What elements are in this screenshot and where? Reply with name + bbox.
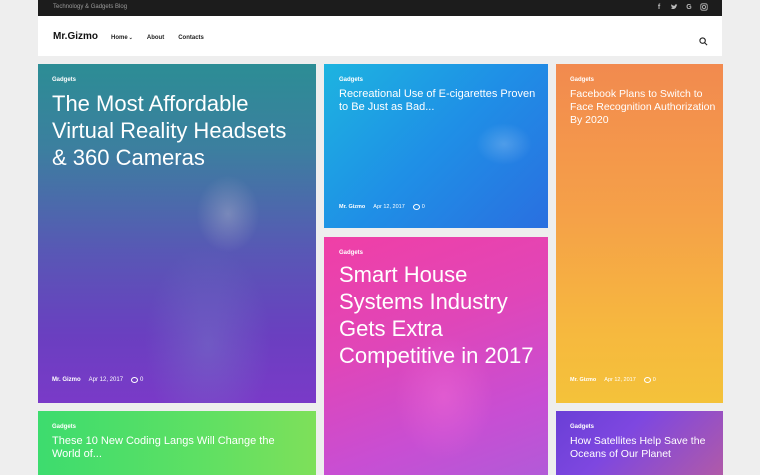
post-meta: Mr. Gizmo Apr 12, 2017 0: [52, 377, 143, 383]
post-card[interactable]: Gadgets Recreational Use of E-cigarettes…: [324, 64, 548, 228]
comment-count: 0: [652, 377, 656, 383]
post-meta: Mr. Gizmo Apr 12, 2017 0: [570, 377, 656, 383]
nav-item-contacts[interactable]: Contacts: [178, 35, 204, 41]
facebook-icon[interactable]: f: [655, 3, 663, 12]
comment-icon: [643, 377, 651, 383]
twitter-icon[interactable]: [670, 3, 678, 12]
post-author[interactable]: Mr. Gizmo: [52, 377, 81, 383]
post-date: Apr 12, 2017: [604, 377, 636, 383]
post-title[interactable]: Smart House Systems Industry Gets Extra …: [339, 261, 539, 369]
post-category[interactable]: Gadgets: [570, 77, 594, 83]
post-card[interactable]: Gadgets Smart House Systems Industry Get…: [324, 237, 548, 475]
main-navbar: Mr.Gizmo Home⌄ About Contacts: [38, 16, 722, 56]
post-title[interactable]: These 10 New Coding Langs Will Change th…: [52, 435, 302, 461]
post-meta: Mr. Gizmo Apr 12, 2017 0: [339, 204, 425, 210]
site-tagline: Technology & Gadgets Blog: [53, 4, 128, 10]
nav-item-label: Home: [111, 35, 128, 41]
post-title[interactable]: How Satellites Help Save the Oceans of O…: [570, 435, 720, 461]
comment-icon: [131, 377, 139, 383]
post-author[interactable]: Mr. Gizmo: [570, 377, 596, 383]
post-title[interactable]: The Most Affordable Virtual Reality Head…: [52, 90, 292, 171]
post-author[interactable]: Mr. Gizmo: [339, 204, 365, 210]
post-card[interactable]: Gadgets These 10 New Coding Langs Will C…: [38, 411, 316, 475]
post-date: Apr 12, 2017: [88, 377, 124, 383]
comment-icon: [412, 204, 420, 210]
post-comments[interactable]: 0: [643, 377, 656, 383]
post-card-featured[interactable]: Gadgets The Most Affordable Virtual Real…: [38, 64, 316, 403]
nav-item-home[interactable]: Home⌄: [111, 35, 133, 41]
post-date: Apr 12, 2017: [373, 204, 405, 210]
main-menu: Home⌄ About Contacts: [111, 35, 204, 41]
post-comments[interactable]: 0: [412, 204, 425, 210]
page: Technology & Gadgets Blog f G Mr.Gizmo H…: [0, 0, 760, 475]
search-icon[interactable]: [699, 33, 708, 46]
post-card[interactable]: Gadgets Facebook Plans to Switch to Face…: [556, 64, 723, 403]
post-category[interactable]: Gadgets: [52, 77, 76, 83]
google-icon[interactable]: G: [685, 3, 693, 12]
top-bar: Technology & Gadgets Blog f G: [38, 0, 722, 16]
post-category[interactable]: Gadgets: [339, 250, 363, 256]
post-category[interactable]: Gadgets: [570, 424, 594, 430]
chevron-down-icon: ⌄: [128, 35, 133, 41]
site-logo[interactable]: Mr.Gizmo: [53, 31, 98, 42]
comment-count: 0: [421, 204, 425, 210]
post-title[interactable]: Facebook Plans to Switch to Face Recogni…: [570, 88, 718, 127]
post-category[interactable]: Gadgets: [52, 424, 76, 430]
post-category[interactable]: Gadgets: [339, 77, 363, 83]
post-title[interactable]: Recreational Use of E-cigarettes Proven …: [339, 88, 539, 114]
nav-item-about[interactable]: About: [147, 35, 164, 41]
instagram-icon[interactable]: [700, 3, 708, 12]
post-comments[interactable]: 0: [131, 377, 143, 383]
post-card[interactable]: Gadgets How Satellites Help Save the Oce…: [556, 411, 723, 475]
social-links: f G: [655, 3, 708, 12]
comment-count: 0: [140, 377, 144, 383]
